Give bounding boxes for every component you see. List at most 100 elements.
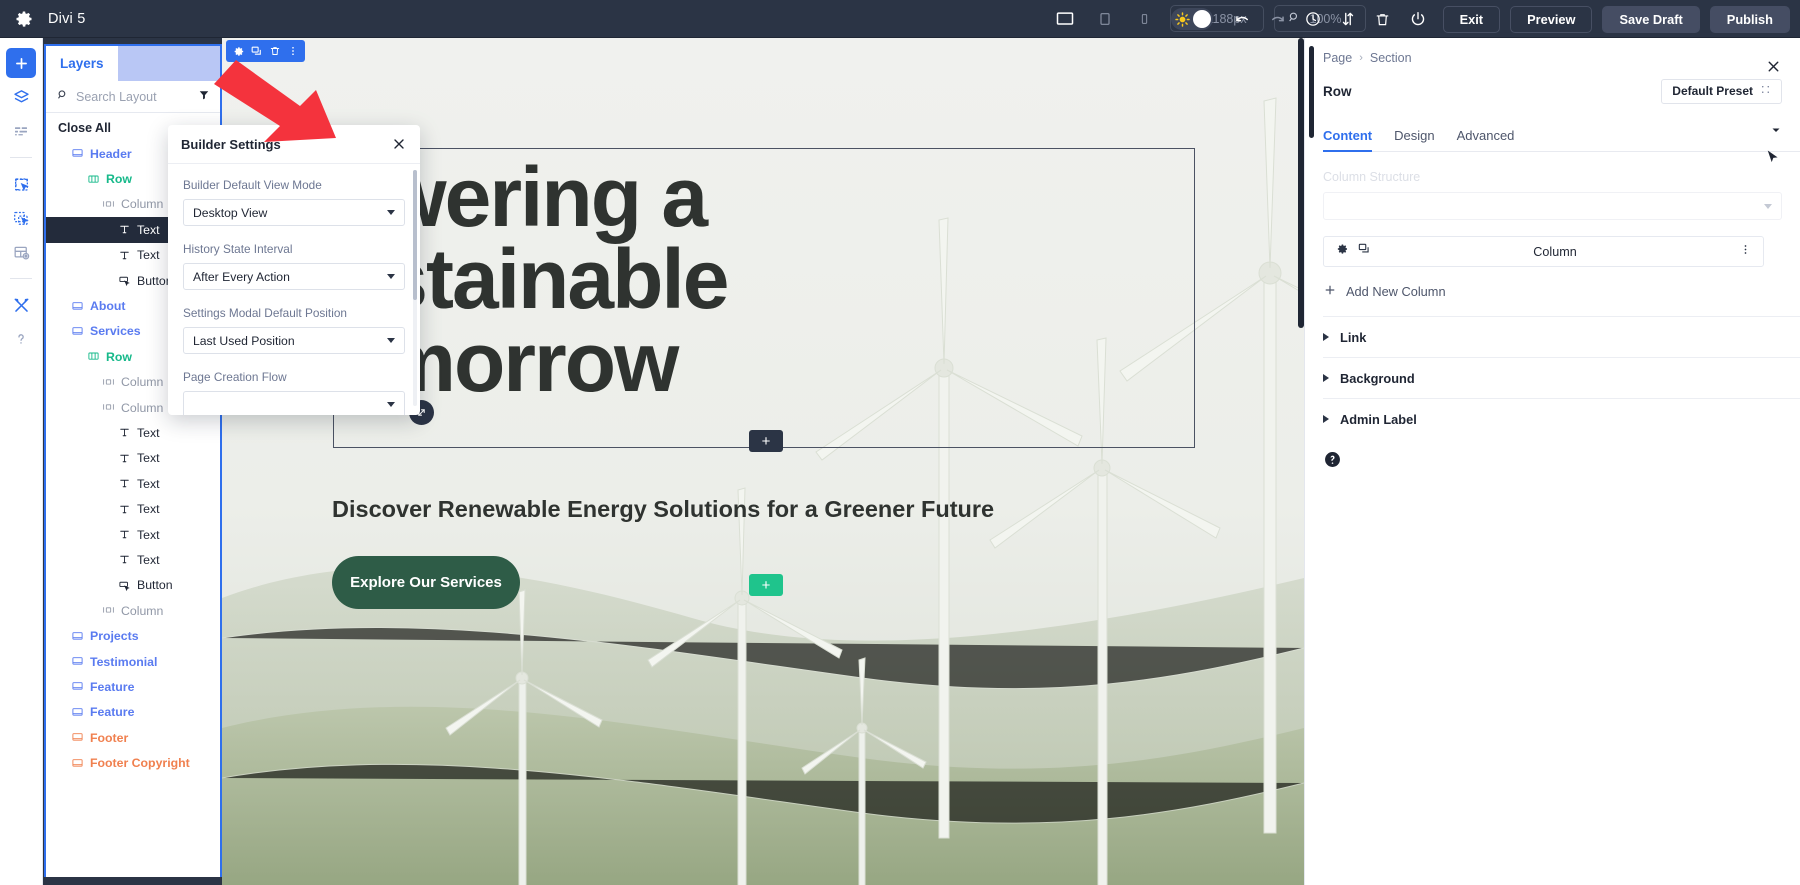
topbar-right-group: Exit Preview Save Draft Publish [1171,0,1790,38]
accordion-background[interactable]: Background [1323,357,1800,398]
cursor-box-icon[interactable] [6,169,36,199]
publish-button[interactable]: Publish [1710,6,1790,33]
duplicate-icon[interactable] [1357,242,1371,261]
layer-row-text[interactable]: Text [46,522,220,547]
preset-selector[interactable]: Default Preset [1661,79,1782,104]
chevron-down-icon[interactable] [1770,123,1782,141]
add-section-button-dark[interactable]: + [749,430,783,452]
gear-icon[interactable] [1335,242,1349,261]
magnifier-icon [56,88,69,106]
tab-layers[interactable]: Layers [46,46,118,81]
column-item-row[interactable]: Column [1323,236,1764,267]
undo-icon[interactable] [1228,4,1258,34]
desktop-view-button[interactable] [1050,6,1080,32]
preview-button[interactable]: Preview [1510,6,1592,33]
power-icon[interactable] [1403,4,1433,34]
theme-toggle[interactable] [1171,8,1213,30]
save-draft-button[interactable]: Save Draft [1602,6,1699,33]
layers-search-row[interactable]: Search Layout [46,81,220,113]
settings-panel-scrollbar[interactable] [1309,46,1314,138]
modal-field-select-2[interactable]: Last Used Position [183,327,405,354]
funnel-icon[interactable] [198,88,210,106]
layer-row-text[interactable]: Text [46,471,220,496]
layer-row-text[interactable]: Text [46,547,220,572]
text-icon [118,452,131,465]
tab-advanced[interactable]: Advanced [1457,128,1515,151]
modal-field-select-0[interactable]: Desktop View [183,199,405,226]
module-action-toolbar [226,40,305,62]
accordion-admin-label[interactable]: Admin Label [1323,398,1800,439]
layer-row-feature[interactable]: Feature [46,700,220,725]
redo-icon[interactable] [1263,4,1293,34]
column-structure-label: Column Structure [1323,170,1782,184]
layer-row-text[interactable]: Text [46,420,220,445]
layer-row-button[interactable]: Button [46,573,220,598]
question-circle-icon[interactable] [1323,450,1342,469]
arrows-updown-icon[interactable] [1333,4,1363,34]
explore-our-services-button[interactable]: Explore Our Services [332,556,520,609]
preset-label: Default Preset [1672,84,1753,98]
text-icon [118,426,131,439]
column-structure-select[interactable] [1323,192,1782,220]
breadcrumb-item-section[interactable]: Section [1370,51,1412,65]
wireframe-icon[interactable] [6,116,36,146]
trash-icon[interactable] [1368,4,1398,34]
gear-icon[interactable] [14,9,34,29]
close-icon[interactable] [391,136,407,152]
column-icon [102,376,115,389]
layer-row-column[interactable]: Column [46,598,220,623]
layer-row-testimonial[interactable]: Testimonial [46,649,220,674]
modal-header: Builder Settings [168,125,420,164]
layer-row-text[interactable]: Text [46,496,220,521]
preset-dots-icon [1760,84,1771,98]
modal-scrollbar-thumb[interactable] [413,170,417,300]
layer-row-label: Footer Copyright [90,756,190,770]
tab-content[interactable]: Content [1323,128,1372,151]
more-options-icon[interactable] [1739,243,1752,261]
hero-heading[interactable]: owering a ustainable omorrow [332,156,1212,403]
column-item-label: Column [1371,245,1739,259]
add-new-column-button[interactable]: Add New Column [1323,283,1782,316]
tablet-view-button[interactable] [1090,6,1120,32]
modal-field-select-1[interactable]: After Every Action [183,263,405,290]
tab-design[interactable]: Design [1394,128,1434,151]
layer-row-footer-copyright[interactable]: Footer Copyright [46,750,220,775]
layer-row-label: Text [137,502,160,516]
more-options-icon[interactable] [285,43,300,59]
section-icon [71,731,84,744]
hero-heading-line-3: omorrow [332,321,1212,403]
section-icon [71,325,84,338]
section-icon [71,300,84,313]
layers-icon[interactable] [6,82,36,112]
chevron-down-icon [387,210,395,215]
settings-gear-icon[interactable] [231,43,246,59]
close-icon[interactable] [1765,58,1782,80]
delete-icon[interactable] [267,43,282,59]
modal-title: Builder Settings [181,137,281,152]
accordion-link[interactable]: Link [1323,316,1800,357]
column-icon [102,401,115,414]
layout-eye-icon[interactable] [6,237,36,267]
layer-row-footer[interactable]: Footer [46,725,220,750]
tools-icon[interactable] [6,290,36,320]
layer-row-projects[interactable]: Projects [46,623,220,648]
layer-row-label: Column [121,197,163,211]
layer-row-feature[interactable]: Feature [46,674,220,699]
hero-subheading[interactable]: Discover Renewable Energy Solutions for … [332,496,994,523]
modal-field-select-3[interactable] [183,391,405,415]
clock-icon[interactable] [1298,4,1328,34]
layer-row-text[interactable]: Text [46,446,220,471]
chevron-right-icon [1323,374,1329,382]
breadcrumb-item-page[interactable]: Page [1323,51,1352,65]
question-icon[interactable] [6,324,36,354]
duplicate-icon[interactable] [249,43,264,59]
add-button[interactable] [6,48,36,78]
phone-view-button[interactable] [1130,6,1160,32]
exit-button[interactable]: Exit [1443,6,1500,33]
row-icon [87,350,100,363]
button-icon [118,274,131,287]
cursor-multibox-icon[interactable] [6,203,36,233]
search-input[interactable]: Search Layout [76,90,191,104]
layer-row-label: Text [137,248,160,262]
add-section-button-green[interactable]: + [749,574,783,596]
